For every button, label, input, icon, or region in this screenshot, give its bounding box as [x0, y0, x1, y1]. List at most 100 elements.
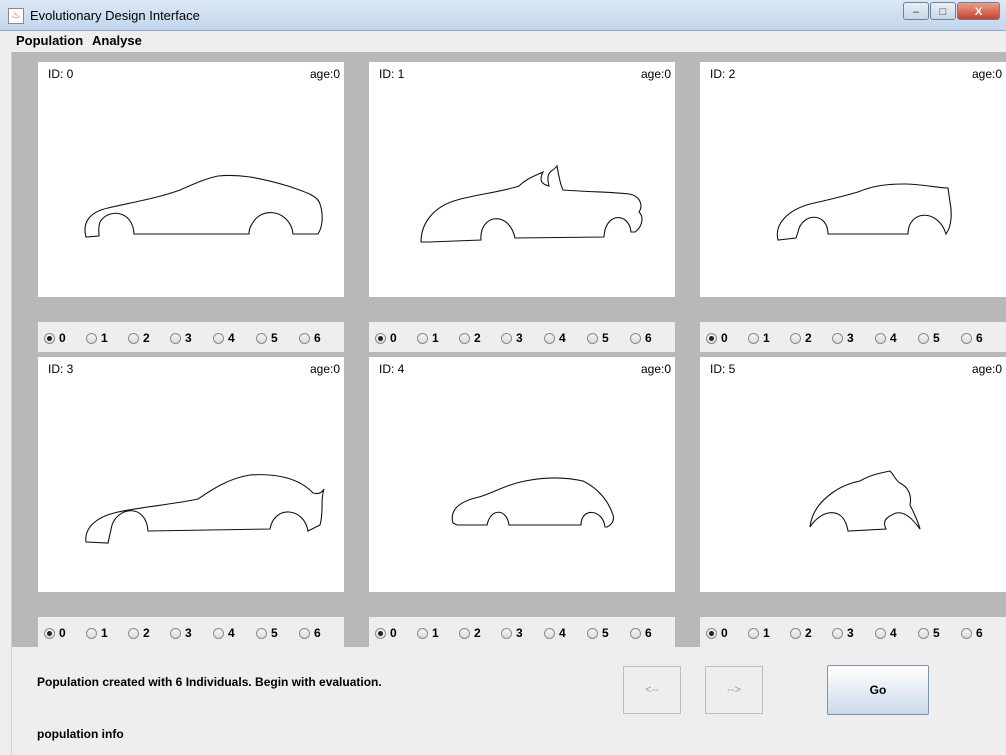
rating-radio-label: 1: [763, 331, 770, 345]
rating-radio-label: 4: [559, 331, 566, 345]
rating-radio-0[interactable]: 0: [706, 330, 728, 346]
radio-circle-icon: [501, 332, 512, 344]
rating-radio-label: 6: [645, 626, 652, 640]
rating-radio-1[interactable]: 1: [748, 330, 770, 346]
radio-circle-icon: [459, 332, 470, 344]
rating-radio-0[interactable]: 0: [706, 625, 728, 641]
next-button[interactable]: -->: [705, 666, 763, 714]
rating-radio-4[interactable]: 4: [213, 330, 235, 346]
rating-radio-label: 1: [101, 331, 108, 345]
title-bar: ♨ Evolutionary Design Interface – □ X: [0, 0, 1006, 31]
car-design-drawing: [809, 470, 921, 532]
radio-circle-icon: [213, 332, 224, 344]
maximize-icon[interactable]: □: [930, 2, 956, 20]
radio-circle-icon: [213, 627, 224, 639]
rating-radio-label: 1: [432, 331, 439, 345]
rating-radio-5[interactable]: 5: [256, 330, 278, 346]
rating-radio-3[interactable]: 3: [501, 625, 523, 641]
radio-circle-icon: [375, 627, 386, 639]
rating-radio-5[interactable]: 5: [587, 330, 609, 346]
rating-radio-4[interactable]: 4: [875, 625, 897, 641]
radio-circle-icon: [544, 627, 555, 639]
rating-radio-6[interactable]: 6: [961, 330, 983, 346]
rating-radio-6[interactable]: 6: [961, 625, 983, 641]
rating-radio-6[interactable]: 6: [299, 625, 321, 641]
rating-radio-label: 1: [432, 626, 439, 640]
rating-radio-2[interactable]: 2: [128, 625, 150, 641]
radio-circle-icon: [630, 627, 641, 639]
rating-radio-label: 4: [890, 626, 897, 640]
individual-canvas: ID: 4 age:0: [369, 357, 675, 592]
rating-radio-6[interactable]: 6: [630, 625, 652, 641]
radio-circle-icon: [630, 332, 641, 344]
radio-circle-icon: [170, 332, 181, 344]
rating-radio-2[interactable]: 2: [459, 625, 481, 641]
radio-circle-icon: [128, 332, 139, 344]
minimize-icon[interactable]: –: [903, 2, 929, 20]
radio-circle-icon: [501, 627, 512, 639]
rating-radio-group: 0 1 2 3 4 5 6: [700, 322, 1006, 352]
rating-radio-4[interactable]: 4: [544, 330, 566, 346]
rating-radio-4[interactable]: 4: [213, 625, 235, 641]
rating-radio-6[interactable]: 6: [299, 330, 321, 346]
menu-analyse[interactable]: Analyse: [92, 33, 142, 48]
car-design-drawing: [85, 474, 325, 544]
rating-radio-1[interactable]: 1: [417, 625, 439, 641]
rating-radio-3[interactable]: 3: [170, 330, 192, 346]
rating-radio-3[interactable]: 3: [832, 625, 854, 641]
radio-circle-icon: [86, 332, 97, 344]
radio-circle-icon: [256, 332, 267, 344]
rating-radio-label: 1: [763, 626, 770, 640]
radio-circle-icon: [459, 627, 470, 639]
rating-radio-label: 3: [847, 331, 854, 345]
radio-circle-icon: [706, 332, 717, 344]
rating-radio-label: 0: [721, 331, 728, 345]
rating-radio-6[interactable]: 6: [630, 330, 652, 346]
rating-radio-label: 6: [976, 626, 983, 640]
rating-radio-3[interactable]: 3: [501, 330, 523, 346]
rating-radio-2[interactable]: 2: [790, 330, 812, 346]
rating-radio-group: 0 1 2 3 4 5 6: [369, 617, 675, 647]
rating-radio-label: 5: [933, 626, 940, 640]
rating-radio-0[interactable]: 0: [44, 330, 66, 346]
rating-radio-1[interactable]: 1: [86, 625, 108, 641]
radio-circle-icon: [875, 332, 886, 344]
rating-radio-5[interactable]: 5: [256, 625, 278, 641]
radio-circle-icon: [961, 332, 972, 344]
rating-radio-label: 0: [390, 626, 397, 640]
rating-radio-1[interactable]: 1: [86, 330, 108, 346]
rating-radio-0[interactable]: 0: [375, 625, 397, 641]
rating-radio-label: 3: [185, 331, 192, 345]
rating-radio-label: 5: [933, 331, 940, 345]
rating-radio-2[interactable]: 2: [459, 330, 481, 346]
rating-radio-5[interactable]: 5: [918, 625, 940, 641]
rating-radio-3[interactable]: 3: [170, 625, 192, 641]
car-outline: [451, 477, 615, 528]
radio-circle-icon: [706, 627, 717, 639]
rating-radio-2[interactable]: 2: [790, 625, 812, 641]
rating-radio-5[interactable]: 5: [587, 625, 609, 641]
rating-radio-1[interactable]: 1: [417, 330, 439, 346]
rating-radio-0[interactable]: 0: [375, 330, 397, 346]
rating-radio-4[interactable]: 4: [875, 330, 897, 346]
rating-radio-label: 1: [101, 626, 108, 640]
radio-circle-icon: [256, 627, 267, 639]
rating-radio-label: 2: [805, 626, 812, 640]
previous-button[interactable]: <--: [623, 666, 681, 714]
close-icon[interactable]: X: [957, 2, 1000, 20]
rating-radio-label: 3: [847, 626, 854, 640]
rating-radio-1[interactable]: 1: [748, 625, 770, 641]
rating-radio-group: 0 1 2 3 4 5 6: [38, 322, 344, 352]
radio-circle-icon: [375, 332, 386, 344]
rating-radio-4[interactable]: 4: [544, 625, 566, 641]
rating-radio-label: 5: [602, 626, 609, 640]
rating-radio-2[interactable]: 2: [128, 330, 150, 346]
rating-radio-0[interactable]: 0: [44, 625, 66, 641]
rating-radio-label: 6: [314, 331, 321, 345]
go-button[interactable]: Go: [827, 665, 929, 715]
rating-radio-5[interactable]: 5: [918, 330, 940, 346]
menu-population[interactable]: Population: [16, 33, 83, 48]
rating-radio-3[interactable]: 3: [832, 330, 854, 346]
individual-canvas: ID: 3 age:0: [38, 357, 344, 592]
radio-circle-icon: [748, 627, 759, 639]
